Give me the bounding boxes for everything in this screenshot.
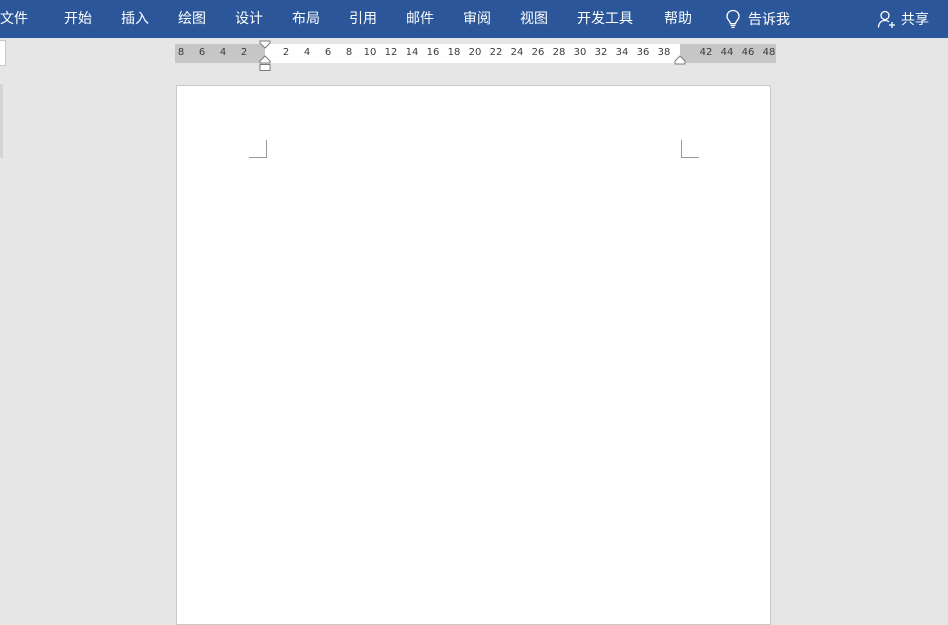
ruler-number: 4 (303, 47, 311, 58)
ruler-number: 26 (531, 47, 545, 58)
ruler-number: 42 (699, 47, 713, 58)
ribbon-bar: 文件 开始 插入 绘图 设计 布局 引用 邮件 审阅 视图 开发工具 帮助 告诉… (0, 0, 948, 38)
ruler-number: 24 (510, 47, 524, 58)
ruler-number: 28 (552, 47, 566, 58)
share-button[interactable]: 共享 (877, 8, 929, 30)
navigation-pane-toggle[interactable] (0, 40, 6, 66)
ruler-number: 22 (489, 47, 503, 58)
right-indent-marker[interactable] (674, 55, 686, 65)
tab-developer[interactable]: 开发工具 (577, 10, 633, 28)
ruler-number: 8 (177, 47, 185, 58)
ruler-number: 34 (615, 47, 629, 58)
top-left-margin-mark (249, 140, 267, 158)
ruler-number: 20 (468, 47, 482, 58)
tab-help[interactable]: 帮助 (664, 10, 692, 28)
ruler-number: 14 (405, 47, 419, 58)
document-page[interactable] (176, 85, 771, 625)
share-label: 共享 (901, 12, 929, 28)
top-right-margin-mark (681, 140, 699, 158)
tab-insert[interactable]: 插入 (121, 10, 149, 28)
tab-layout[interactable]: 布局 (292, 10, 320, 28)
ruler-number: 30 (573, 47, 587, 58)
ruler-number: 32 (594, 47, 608, 58)
tab-review[interactable]: 审阅 (463, 10, 491, 28)
vertical-ruler (0, 84, 3, 158)
ruler-number: 46 (741, 47, 755, 58)
tab-file[interactable]: 文件 (0, 10, 28, 28)
ruler-number: 36 (636, 47, 650, 58)
tell-me-label: 告诉我 (748, 12, 790, 28)
first-line-indent-marker[interactable] (259, 40, 271, 50)
lightbulb-icon (726, 9, 740, 29)
ruler-number: 2 (240, 47, 248, 58)
tab-mailings[interactable]: 邮件 (406, 10, 434, 28)
ruler-number: 6 (198, 47, 206, 58)
ruler-number: 4 (219, 47, 227, 58)
tab-design[interactable]: 设计 (235, 10, 263, 28)
tell-me-button[interactable]: 告诉我 (724, 8, 790, 30)
tab-home[interactable]: 开始 (64, 10, 92, 28)
ruler-number: 8 (345, 47, 353, 58)
hanging-indent-marker[interactable] (259, 55, 271, 72)
horizontal-ruler[interactable]: 8 6 4 2 2 4 6 8 10 12 14 16 18 20 22 24 … (175, 40, 776, 71)
ruler-number: 10 (363, 47, 377, 58)
person-add-icon (877, 10, 895, 28)
tab-references[interactable]: 引用 (349, 10, 377, 28)
tab-draw[interactable]: 绘图 (178, 10, 206, 28)
ruler-number: 2 (282, 47, 290, 58)
ruler-number: 16 (426, 47, 440, 58)
ruler-number: 48 (762, 47, 776, 58)
ruler-number: 44 (720, 47, 734, 58)
ruler-number: 6 (324, 47, 332, 58)
ruler-number: 12 (384, 47, 398, 58)
ruler-number: 38 (657, 47, 671, 58)
tab-view[interactable]: 视图 (520, 10, 548, 28)
ruler-number: 18 (447, 47, 461, 58)
